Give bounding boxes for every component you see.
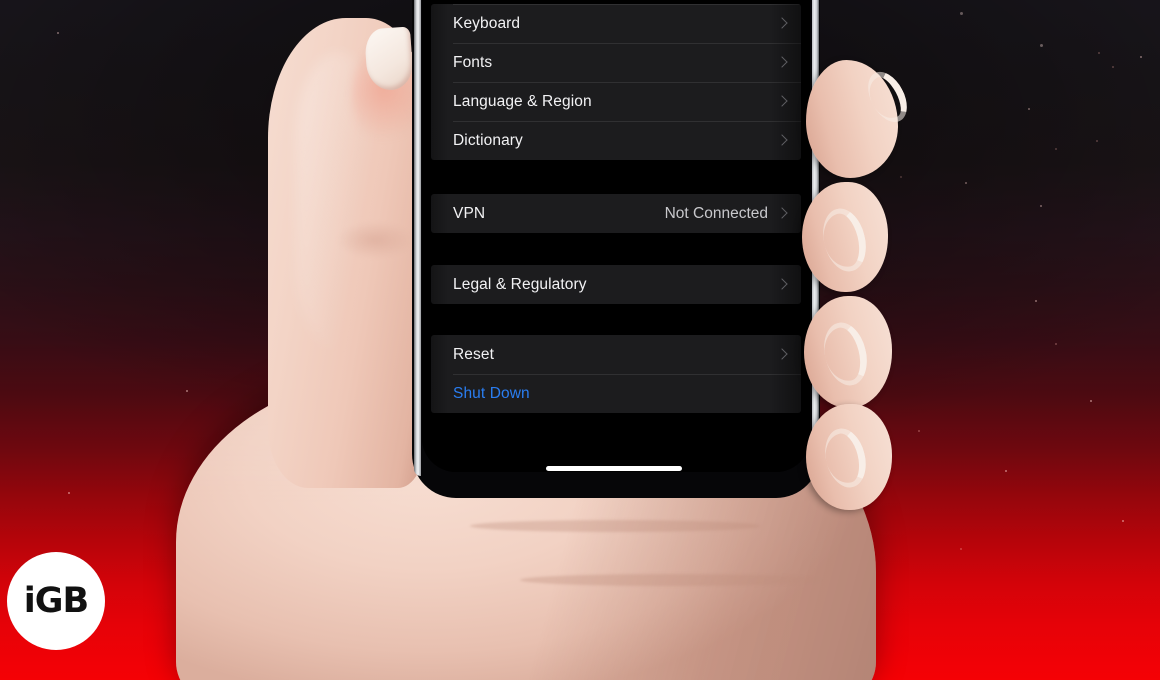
- igb-logo-label: iGB: [23, 580, 89, 621]
- screenshot-stage: Keyboard Fonts Language & Region Diction…: [0, 0, 1160, 680]
- fingers: [0, 0, 1160, 680]
- igb-logo: iGB: [7, 552, 105, 650]
